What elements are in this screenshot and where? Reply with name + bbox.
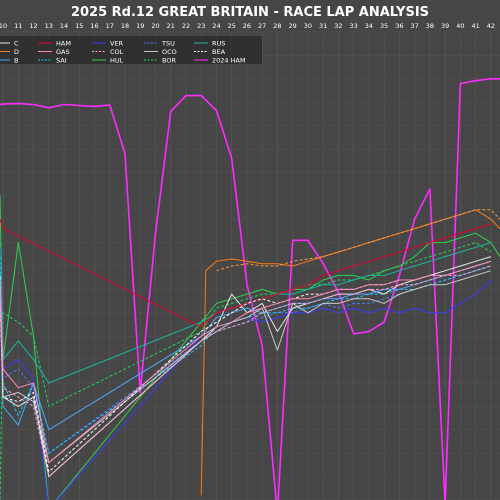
legend-label: HUL	[110, 56, 124, 64]
legend-label: HAM	[56, 39, 71, 47]
x-tick-label: 35	[380, 22, 388, 30]
x-tick-label: 33	[350, 22, 358, 30]
legend: CDB HAMGASSAI VERCOLHUL TSUOCOBOR RUSBEA2024…	[0, 36, 262, 64]
x-tick-label: 36	[395, 22, 403, 30]
x-tick-label: 25	[228, 22, 236, 30]
x-tick-label: 16	[90, 22, 98, 30]
x-tick-label: 28	[273, 22, 281, 30]
x-tick-label: 17	[106, 22, 114, 30]
x-tick-label: 34	[365, 22, 373, 30]
x-tick-label: 23	[197, 22, 205, 30]
x-tick-label: 20	[151, 22, 159, 30]
lap-analysis-chart: 2025 Rd.12 GREAT BRITAIN - RACE LAP ANAL…	[0, 0, 500, 500]
legend-label: C	[14, 39, 19, 47]
x-tick-label: 42	[487, 22, 495, 30]
grid	[0, 31, 500, 500]
legend-label: SAI	[56, 56, 67, 64]
legend-label: OCO	[162, 48, 177, 56]
legend-label: B	[14, 56, 18, 64]
x-tick-label: 41	[471, 22, 479, 30]
x-tick-label: 22	[182, 22, 190, 30]
x-tick-label: 21	[167, 22, 175, 30]
x-tick-label: 18	[121, 22, 129, 30]
legend-label: GAS	[56, 48, 70, 56]
x-tick-label: 27	[258, 22, 266, 30]
x-tick-label: 15	[75, 22, 83, 30]
legend-label: RUS	[212, 39, 225, 47]
legend-label: BOR	[162, 56, 176, 64]
x-tick-label: 38	[426, 22, 434, 30]
chart-title: 2025 Rd.12 GREAT BRITAIN - RACE LAP ANAL…	[71, 5, 429, 20]
x-tick-label: 30	[304, 22, 312, 30]
x-tick-label: 39	[441, 22, 449, 30]
x-tick-label: 40	[456, 22, 464, 30]
legend-label: VER	[110, 39, 124, 47]
x-tick-label: 14	[60, 22, 68, 30]
chart-background	[0, 0, 500, 500]
x-tick-label: 13	[45, 22, 53, 30]
x-tick-label: 12	[29, 22, 37, 30]
legend-label: TSU	[161, 39, 175, 47]
legend-label: BEA	[212, 48, 226, 56]
x-tick-label: 29	[289, 22, 297, 30]
x-tick-label: 11	[14, 22, 22, 30]
legend-label: D	[14, 48, 19, 56]
chart-canvas: 2025 Rd.12 GREAT BRITAIN - RACE LAP ANAL…	[0, 0, 500, 500]
x-tick-label: 24	[212, 22, 220, 30]
x-tick-label: 10	[0, 22, 7, 30]
x-tick-label: 26	[243, 22, 251, 30]
x-tick-label: 19	[136, 22, 144, 30]
legend-label: COL	[110, 48, 124, 56]
legend-label: 2024 HAM	[212, 56, 246, 64]
x-tick-label: 37	[410, 22, 418, 30]
x-tick-label: 31	[319, 22, 327, 30]
x-tick-label: 32	[334, 22, 342, 30]
